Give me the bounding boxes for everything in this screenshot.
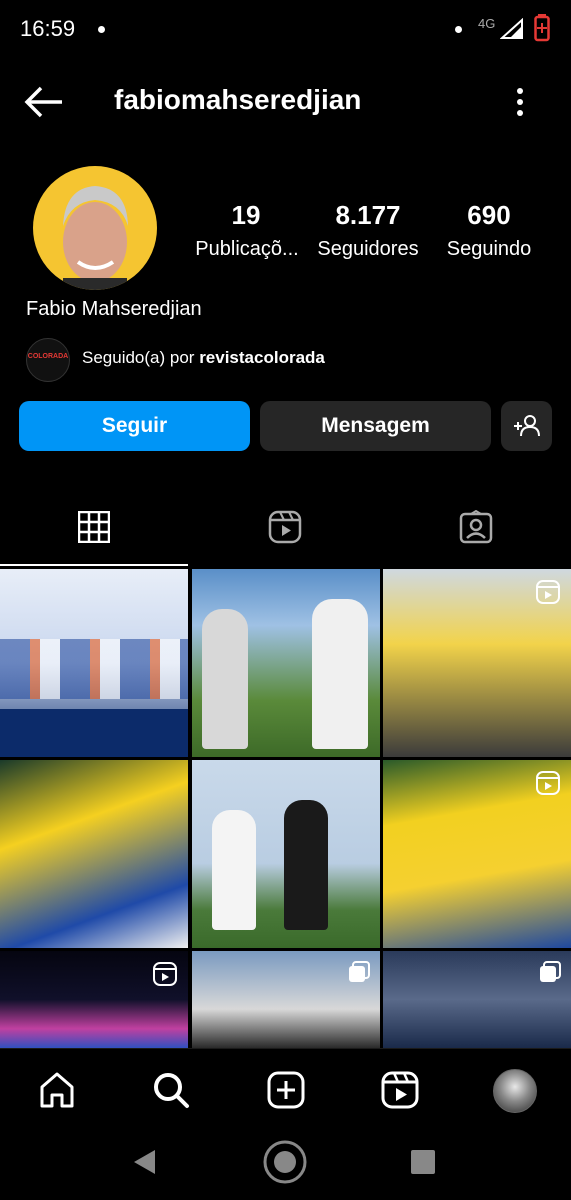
active-tab-indicator (0, 564, 188, 566)
reel-badge-icon (536, 580, 560, 604)
followed-avatar-logo: COLORADA (27, 353, 69, 360)
system-back-icon[interactable] (131, 1148, 157, 1176)
followers-count[interactable]: 8.177 (308, 200, 428, 231)
following-label[interactable]: Seguindo (429, 238, 549, 261)
notification-dot-icon (455, 26, 462, 33)
add-person-icon (513, 415, 540, 437)
profile-username: fabiomahseredjian (114, 84, 362, 115)
grid-icon[interactable] (78, 511, 110, 543)
bottom-navigation (0, 1048, 571, 1131)
profile-full-name: Fabio Mahseredjian (26, 298, 202, 320)
following-count[interactable]: 690 (429, 200, 549, 231)
profile-avatar[interactable] (493, 1069, 537, 1113)
reels-icon[interactable] (268, 510, 302, 544)
followed-by-prefix: Seguido(a) por (82, 348, 200, 367)
post-image-person (212, 810, 256, 930)
post-thumbnail[interactable] (192, 951, 380, 1048)
suggest-people-button[interactable] (501, 401, 552, 451)
back-arrow-icon[interactable] (24, 86, 64, 118)
reels-icon[interactable] (381, 1071, 419, 1109)
system-navigation-bar (0, 1130, 571, 1200)
followed-by-avatar[interactable]: COLORADA (26, 338, 70, 382)
profile-photo (63, 186, 128, 290)
posts-label: Publicaçõ... (195, 238, 299, 260)
home-icon[interactable] (38, 1071, 76, 1109)
message-button[interactable]: Mensagem (260, 401, 491, 451)
follow-button[interactable]: Seguir (19, 401, 250, 451)
profile-avatar[interactable] (33, 166, 157, 290)
post-thumbnail[interactable] (192, 569, 380, 757)
system-recents-icon[interactable] (411, 1150, 435, 1174)
post-thumbnail[interactable] (383, 760, 571, 948)
reel-badge-icon (153, 962, 177, 986)
post-image-person (202, 609, 248, 749)
followed-by-user[interactable]: revistacolorada (199, 348, 325, 367)
post-thumbnail[interactable] (192, 760, 380, 948)
post-thumbnail[interactable] (0, 760, 188, 948)
post-thumbnail[interactable] (0, 951, 188, 1048)
more-options-icon[interactable] (510, 86, 530, 118)
carousel-badge-icon (540, 961, 561, 982)
system-home-icon[interactable] (262, 1139, 308, 1185)
posts-count: 19 (231, 200, 261, 230)
post-image-table (0, 709, 188, 757)
post-thumbnail[interactable] (0, 569, 188, 757)
post-image-person (312, 599, 368, 749)
followed-by-text[interactable]: Seguido(a) por revistacolorada (82, 348, 325, 368)
followers-label[interactable]: Seguidores (308, 238, 428, 261)
tagged-icon[interactable] (459, 510, 493, 544)
post-thumbnail[interactable] (383, 951, 571, 1048)
notification-dot-icon (98, 26, 105, 33)
battery-icon (534, 14, 550, 42)
create-icon[interactable] (267, 1071, 305, 1109)
reel-badge-icon (536, 771, 560, 795)
post-thumbnail[interactable] (383, 569, 571, 757)
status-bar: 16:59 4G (0, 0, 571, 60)
post-image-sponsor-wall (0, 639, 188, 699)
post-image-person (284, 800, 328, 930)
network-type: 4G (478, 16, 496, 31)
carousel-badge-icon (349, 961, 370, 982)
status-time: 16:59 (20, 16, 76, 41)
search-icon[interactable] (152, 1071, 190, 1109)
signal-icon (500, 18, 523, 39)
